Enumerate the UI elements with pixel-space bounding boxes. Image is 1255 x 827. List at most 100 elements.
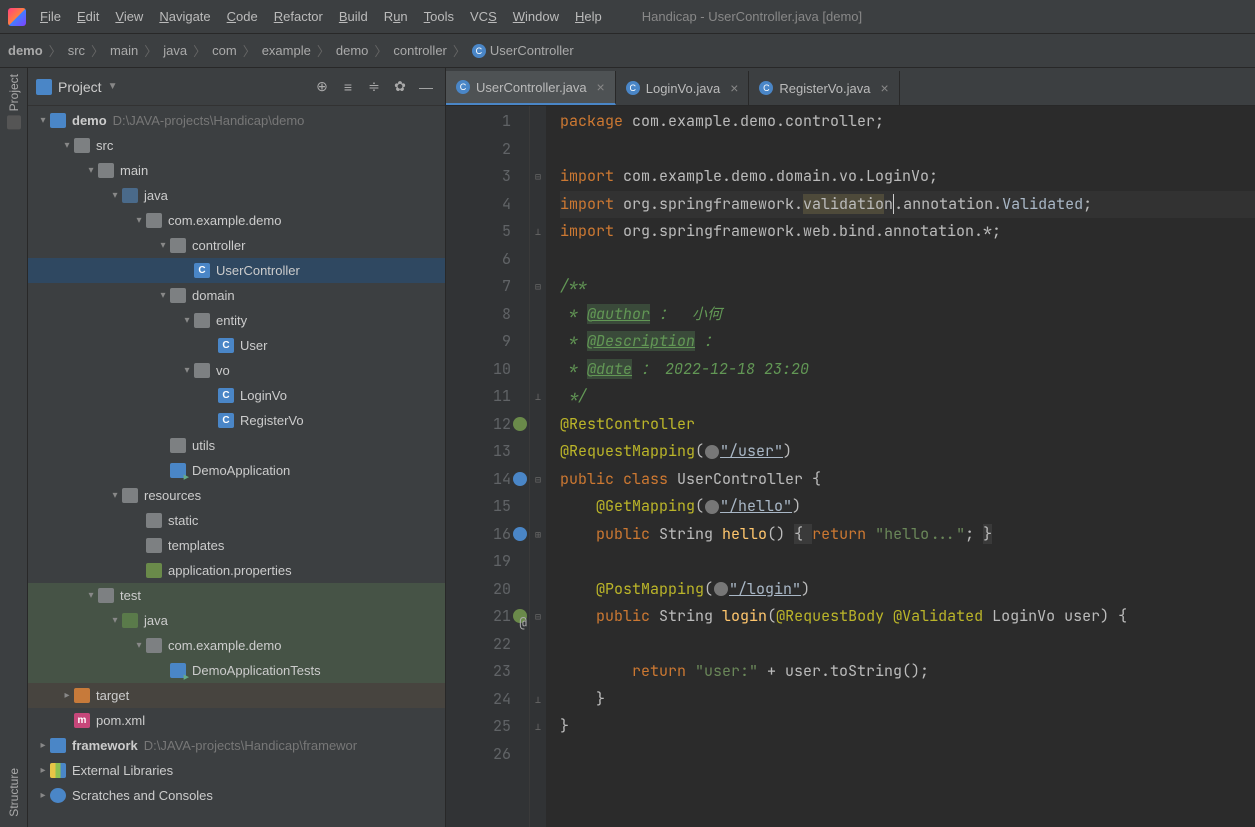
tree-test-java[interactable]: ▾java bbox=[28, 608, 445, 633]
left-tool-bar: Project Structure bbox=[0, 68, 28, 827]
tree-main[interactable]: ▾main bbox=[28, 158, 445, 183]
tree-controller[interactable]: ▾controller bbox=[28, 233, 445, 258]
class-icon: C bbox=[218, 413, 234, 428]
tree-demotests[interactable]: DemoApplicationTests bbox=[28, 658, 445, 683]
tree-utils[interactable]: utils bbox=[28, 433, 445, 458]
tab-usercontroller[interactable]: CUserController.java× bbox=[446, 71, 616, 105]
maven-icon: m bbox=[74, 713, 90, 728]
locate-button[interactable]: ⊕ bbox=[311, 76, 333, 98]
tree-static[interactable]: static bbox=[28, 508, 445, 533]
collapse-button[interactable]: ≑ bbox=[363, 76, 385, 98]
tree-templates[interactable]: templates bbox=[28, 533, 445, 558]
tree-src[interactable]: ▾src bbox=[28, 133, 445, 158]
tree-test-pkg[interactable]: ▾com.example.demo bbox=[28, 633, 445, 658]
fold-bar[interactable]: ⊟⊥⊟⊥⊟⊞⊟⊥⊥ bbox=[530, 106, 546, 827]
folder-icon bbox=[98, 588, 114, 603]
nav-gutter-icon[interactable] bbox=[513, 472, 527, 486]
crumb-main[interactable]: main bbox=[110, 43, 138, 58]
menu-build[interactable]: Build bbox=[339, 9, 368, 24]
project-tree[interactable]: ▾demoD:\JAVA-projects\Handicap\demo ▾src… bbox=[28, 106, 445, 827]
tool-tab-structure[interactable]: Structure bbox=[7, 768, 21, 817]
menu-tools[interactable]: Tools bbox=[424, 9, 454, 24]
close-icon[interactable]: × bbox=[880, 80, 888, 96]
crumb-com[interactable]: com bbox=[212, 43, 237, 58]
code-editor[interactable]: 1234567891011 12 13 14 15 16 19 20 21@ 2… bbox=[446, 106, 1255, 827]
nav-gutter-icon[interactable] bbox=[513, 527, 527, 541]
tab-loginvo[interactable]: CLoginVo.java× bbox=[616, 71, 750, 105]
module-icon bbox=[50, 113, 66, 128]
tree-appprops[interactable]: application.properties bbox=[28, 558, 445, 583]
close-icon[interactable]: × bbox=[597, 79, 605, 95]
menu-file[interactable]: File bbox=[40, 9, 61, 24]
crumb-src[interactable]: src bbox=[68, 43, 85, 58]
tree-demoapplication[interactable]: DemoApplication bbox=[28, 458, 445, 483]
tree-vo[interactable]: ▾vo bbox=[28, 358, 445, 383]
breadcrumb[interactable]: demo 〉 src 〉 main 〉 java 〉 com 〉 example… bbox=[8, 41, 574, 60]
app-logo-icon bbox=[8, 8, 26, 26]
package-icon bbox=[194, 313, 210, 328]
tree-extlibs[interactable]: ▸External Libraries bbox=[28, 758, 445, 783]
libraries-icon bbox=[50, 763, 66, 778]
folder-icon bbox=[146, 538, 162, 553]
tool-tab-project[interactable]: Project bbox=[7, 74, 21, 129]
menu-view[interactable]: View bbox=[115, 9, 143, 24]
crumb-demo[interactable]: demo bbox=[8, 43, 43, 58]
menu-edit[interactable]: Edit bbox=[77, 9, 99, 24]
at-gutter-icon[interactable]: @ bbox=[513, 609, 527, 623]
properties-icon bbox=[146, 563, 162, 578]
tree-test[interactable]: ▾test bbox=[28, 583, 445, 608]
tree-resources[interactable]: ▾resources bbox=[28, 483, 445, 508]
web-icon[interactable] bbox=[705, 445, 719, 459]
crumb-example[interactable]: example bbox=[262, 43, 311, 58]
menu-vcs[interactable]: VCS bbox=[470, 9, 497, 24]
main-menu: File Edit View Navigate Code Refactor Bu… bbox=[40, 9, 602, 24]
menu-refactor[interactable]: Refactor bbox=[274, 9, 323, 24]
tree-framework[interactable]: ▸frameworkD:\JAVA-projects\Handicap\fram… bbox=[28, 733, 445, 758]
folder-icon bbox=[74, 138, 90, 153]
expand-button[interactable]: ≡ bbox=[337, 76, 359, 98]
editor-area: CUserController.java× CLoginVo.java× CRe… bbox=[446, 68, 1255, 827]
crumb-java[interactable]: java bbox=[163, 43, 187, 58]
crumb-controller[interactable]: controller bbox=[393, 43, 446, 58]
menu-window[interactable]: Window bbox=[513, 9, 559, 24]
project-view-icon bbox=[36, 79, 52, 95]
spring-app-icon bbox=[170, 463, 186, 478]
hide-button[interactable]: — bbox=[415, 76, 437, 98]
dropdown-icon[interactable]: ▼ bbox=[108, 81, 118, 92]
tree-entity[interactable]: ▾entity bbox=[28, 308, 445, 333]
menu-run[interactable]: Run bbox=[384, 9, 408, 24]
scratches-icon bbox=[50, 788, 66, 803]
close-icon[interactable]: × bbox=[730, 80, 738, 96]
tree-registervo[interactable]: CRegisterVo bbox=[28, 408, 445, 433]
tree-loginvo[interactable]: CLoginVo bbox=[28, 383, 445, 408]
tree-scratches[interactable]: ▸Scratches and Consoles bbox=[28, 783, 445, 808]
tree-module-demo[interactable]: ▾demoD:\JAVA-projects\Handicap\demo bbox=[28, 108, 445, 133]
project-view-label[interactable]: Project bbox=[58, 79, 102, 95]
tree-package[interactable]: ▾com.example.demo bbox=[28, 208, 445, 233]
web-icon[interactable] bbox=[714, 582, 728, 596]
tree-domain[interactable]: ▾domain bbox=[28, 283, 445, 308]
crumb-usercontroller[interactable]: UserController bbox=[490, 43, 574, 58]
crumb-demo2[interactable]: demo bbox=[336, 43, 369, 58]
tree-pom[interactable]: mpom.xml bbox=[28, 708, 445, 733]
package-icon bbox=[146, 638, 162, 653]
tab-registervo[interactable]: CRegisterVo.java× bbox=[749, 71, 899, 105]
web-icon[interactable] bbox=[705, 500, 719, 514]
window-title: Handicap - UserController.java [demo] bbox=[642, 9, 862, 24]
breadcrumb-bar: demo 〉 src 〉 main 〉 java 〉 com 〉 example… bbox=[0, 34, 1255, 68]
spring-gutter-icon[interactable] bbox=[513, 417, 527, 431]
source-text[interactable]: package com.example.demo.controller; imp… bbox=[546, 106, 1255, 827]
class-icon: C bbox=[626, 81, 640, 95]
tree-java[interactable]: ▾java bbox=[28, 183, 445, 208]
class-icon: C bbox=[759, 81, 773, 95]
menu-code[interactable]: Code bbox=[227, 9, 258, 24]
resources-icon bbox=[122, 488, 138, 503]
tree-user[interactable]: CUser bbox=[28, 333, 445, 358]
menu-navigate[interactable]: Navigate bbox=[159, 9, 210, 24]
editor-tabs: CUserController.java× CLoginVo.java× CRe… bbox=[446, 68, 1255, 106]
line-gutter[interactable]: 1234567891011 12 13 14 15 16 19 20 21@ 2… bbox=[446, 106, 530, 827]
tree-target[interactable]: ▸target bbox=[28, 683, 445, 708]
menu-help[interactable]: Help bbox=[575, 9, 602, 24]
tree-usercontroller[interactable]: CUserController bbox=[28, 258, 445, 283]
settings-button[interactable]: ✿ bbox=[389, 76, 411, 98]
